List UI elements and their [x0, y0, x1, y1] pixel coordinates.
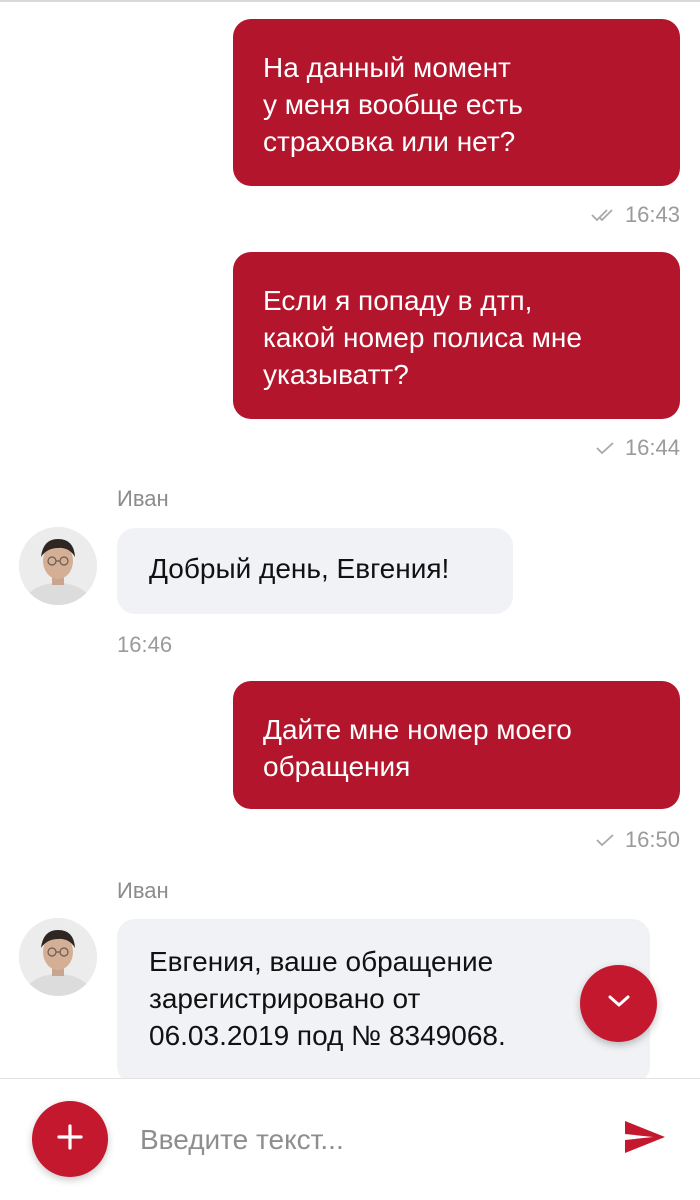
sender-name: Иван — [117, 486, 169, 511]
check-icon — [595, 827, 617, 853]
message-time: 16:43 — [624, 202, 680, 227]
avatar[interactable] — [19, 527, 97, 605]
double-check-icon — [591, 202, 617, 228]
avatar[interactable] — [19, 918, 97, 996]
send-button[interactable] — [622, 1119, 668, 1159]
message-input[interactable] — [140, 1117, 580, 1163]
message-time: 16:44 — [624, 435, 680, 460]
message-composer — [0, 1078, 700, 1200]
chevron-down-icon — [606, 993, 632, 1014]
message-meta: 16:44 — [595, 435, 680, 461]
message-time: 16:50 — [624, 827, 680, 852]
incoming-message-bubble[interactable]: Добрый день, Евгения! — [117, 528, 513, 614]
outgoing-message-bubble[interactable]: На данный момент у меня вообще есть стра… — [233, 19, 680, 186]
outgoing-message-bubble[interactable]: Если я попаду в дтп, какой номер полиса … — [233, 252, 680, 419]
message-meta: 16:50 — [595, 827, 680, 853]
top-divider — [0, 0, 700, 2]
plus-icon — [55, 1122, 85, 1157]
send-icon — [623, 1119, 667, 1160]
check-icon — [595, 435, 617, 461]
incoming-message-bubble[interactable]: Евгения, ваше обращение зарегистрировано… — [117, 919, 650, 1084]
add-attachment-button[interactable] — [32, 1101, 108, 1177]
message-meta: 16:43 — [591, 202, 680, 228]
scroll-down-button[interactable] — [580, 965, 657, 1042]
chat-screen: На данный момент у меня вообще есть стра… — [0, 0, 700, 1200]
outgoing-message-bubble[interactable]: Дайте мне номер моего обращения — [233, 681, 680, 809]
message-time: 16:46 — [117, 632, 173, 657]
sender-name: Иван — [117, 878, 169, 903]
